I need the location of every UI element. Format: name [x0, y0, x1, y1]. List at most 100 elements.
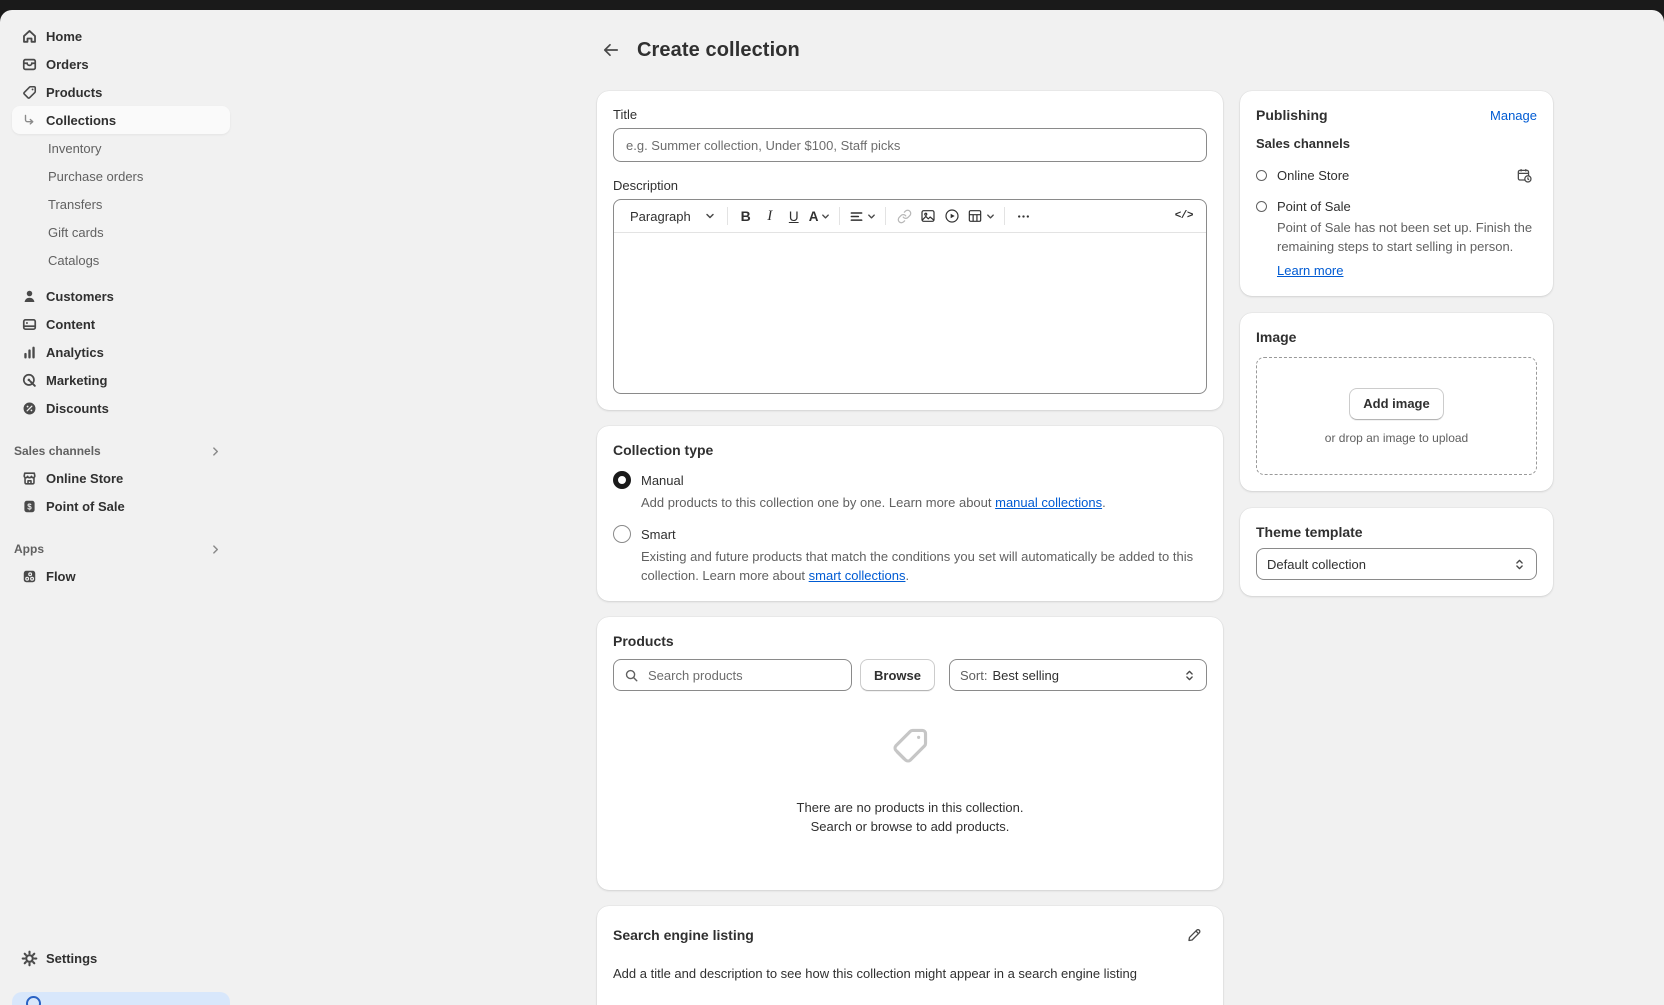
show-html-button[interactable]: </>: [1172, 203, 1196, 229]
underline-button[interactable]: U: [782, 203, 806, 229]
seo-body-text: Add a title and description to see how t…: [613, 966, 1207, 981]
align-left-icon: [849, 209, 864, 224]
sidebar-item-content[interactable]: Content: [12, 310, 230, 338]
sidebar-item-discounts[interactable]: Discounts: [12, 394, 230, 422]
image-dropzone[interactable]: Add image or drop an image to upload: [1256, 357, 1537, 475]
editor-toolbar: Paragraph B I U A: [614, 200, 1206, 233]
flow-icon: [20, 567, 38, 585]
sidebar-promo-teaser[interactable]: [12, 992, 230, 1005]
sidebar-section-apps[interactable]: Apps: [12, 536, 230, 562]
paragraph-style-dropdown[interactable]: Paragraph: [624, 203, 721, 229]
sidebar-item-label: Gift cards: [48, 225, 104, 240]
sidebar-item-label: Point of Sale: [46, 499, 125, 514]
sidebar-item-settings[interactable]: Settings: [12, 944, 230, 972]
sidebar-item-products[interactable]: Products: [12, 78, 230, 106]
sidebar-item-label: Analytics: [46, 345, 104, 360]
sidebar-item-customers[interactable]: Customers: [12, 282, 230, 310]
table-icon: [967, 208, 983, 224]
pencil-icon: [1186, 927, 1202, 943]
edit-seo-button[interactable]: [1181, 922, 1207, 948]
analytics-icon: [20, 343, 38, 361]
sidebar-item-online-store[interactable]: Online Store: [12, 464, 230, 492]
video-icon: [944, 208, 960, 224]
bold-button[interactable]: B: [734, 203, 758, 229]
drop-hint-text: or drop an image to upload: [1325, 431, 1468, 445]
point-of-sale-icon: $: [20, 497, 38, 515]
section-label: Apps: [14, 542, 44, 556]
italic-button[interactable]: I: [758, 203, 782, 229]
sidebar-item-analytics[interactable]: Analytics: [12, 338, 230, 366]
radio-manual[interactable]: [613, 471, 631, 489]
sidebar-item-collections[interactable]: Collections: [12, 106, 230, 134]
product-search-box: [613, 659, 852, 691]
smart-collections-link[interactable]: smart collections: [809, 568, 906, 583]
alignment-dropdown[interactable]: [846, 203, 879, 229]
insert-video-button[interactable]: [940, 203, 964, 229]
seo-heading: Search engine listing: [613, 927, 754, 943]
sidebar-item-label: Marketing: [46, 373, 107, 388]
insert-table-dropdown[interactable]: [964, 203, 998, 229]
link-button[interactable]: [892, 203, 916, 229]
collection-title-input[interactable]: [613, 128, 1207, 162]
sidebar-item-home[interactable]: Home: [12, 22, 230, 50]
products-heading: Products: [613, 633, 1207, 649]
theme-template-heading: Theme template: [1256, 524, 1537, 540]
empty-text-line1: There are no products in this collection…: [613, 798, 1207, 817]
smart-description: Existing and future products that match …: [641, 547, 1207, 585]
manual-description: Add products to this collection one by o…: [641, 493, 1207, 512]
sidebar: Home Orders Products Collections Invento…: [0, 10, 240, 1005]
back-button[interactable]: [597, 36, 625, 64]
radio-smart[interactable]: [613, 525, 631, 543]
sidebar-item-orders[interactable]: Orders: [12, 50, 230, 78]
sidebar-item-label: Collections: [46, 113, 116, 128]
updown-caret-icon: [1183, 669, 1196, 682]
description-editor-content[interactable]: [614, 233, 1206, 393]
chevron-down-icon: [821, 212, 830, 221]
sidebar-item-label: Home: [46, 29, 82, 44]
browse-button[interactable]: Browse: [860, 659, 935, 691]
manual-collections-link[interactable]: manual collections: [995, 495, 1102, 510]
sidebar-item-flow[interactable]: Flow: [12, 562, 230, 590]
image-heading: Image: [1256, 329, 1537, 345]
sidebar-item-marketing[interactable]: Marketing: [12, 366, 230, 394]
page-title: Create collection: [637, 39, 800, 62]
sidebar-section-sales-channels[interactable]: Sales channels: [12, 438, 230, 464]
schedule-calendar-clock-button[interactable]: [1511, 162, 1537, 188]
channel-status-circle-icon: [1256, 201, 1267, 212]
link-icon: [897, 209, 912, 224]
chevron-down-icon: [867, 212, 876, 221]
theme-template-select[interactable]: Default collection: [1256, 548, 1537, 580]
sidebar-item-label: Customers: [46, 289, 114, 304]
sidebar-item-gift-cards[interactable]: Gift cards: [12, 218, 230, 246]
search-products-input[interactable]: [646, 667, 841, 684]
sidebar-item-catalogs[interactable]: Catalogs: [12, 246, 230, 274]
channel-status-circle-icon: [1256, 170, 1267, 181]
collection-type-option-manual[interactable]: Manual: [613, 471, 1207, 489]
image-icon: [920, 208, 936, 224]
details-card: Title Description Paragraph B I: [597, 91, 1223, 410]
updown-caret-icon: [1513, 558, 1526, 571]
sidebar-item-label: Content: [46, 317, 95, 332]
sidebar-item-label: Purchase orders: [48, 169, 143, 184]
home-icon: [20, 27, 38, 45]
sidebar-item-inventory[interactable]: Inventory: [12, 134, 230, 162]
add-image-button[interactable]: Add image: [1349, 388, 1443, 420]
collection-type-heading: Collection type: [613, 442, 1207, 458]
sidebar-item-point-of-sale[interactable]: $ Point of Sale: [12, 492, 230, 520]
manage-link[interactable]: Manage: [1490, 108, 1537, 123]
insert-image-button[interactable]: [916, 203, 940, 229]
online-store-icon: [20, 469, 38, 487]
publishing-heading: Publishing: [1256, 107, 1328, 123]
seo-card: Search engine listing Add a title and de…: [597, 906, 1223, 1005]
description-label: Description: [613, 178, 1207, 193]
learn-more-link[interactable]: Learn more: [1277, 263, 1343, 278]
more-options-button[interactable]: [1011, 203, 1035, 229]
text-color-dropdown[interactable]: A: [806, 203, 834, 229]
sidebar-item-transfers[interactable]: Transfers: [12, 190, 230, 218]
collection-type-option-smart[interactable]: Smart: [613, 525, 1207, 543]
sidebar-item-label: Inventory: [48, 141, 101, 156]
chevron-down-icon: [705, 211, 715, 221]
channel-label: Online Store: [1277, 168, 1349, 183]
sort-select[interactable]: Sort: Best selling: [949, 659, 1207, 691]
sidebar-item-purchase-orders[interactable]: Purchase orders: [12, 162, 230, 190]
